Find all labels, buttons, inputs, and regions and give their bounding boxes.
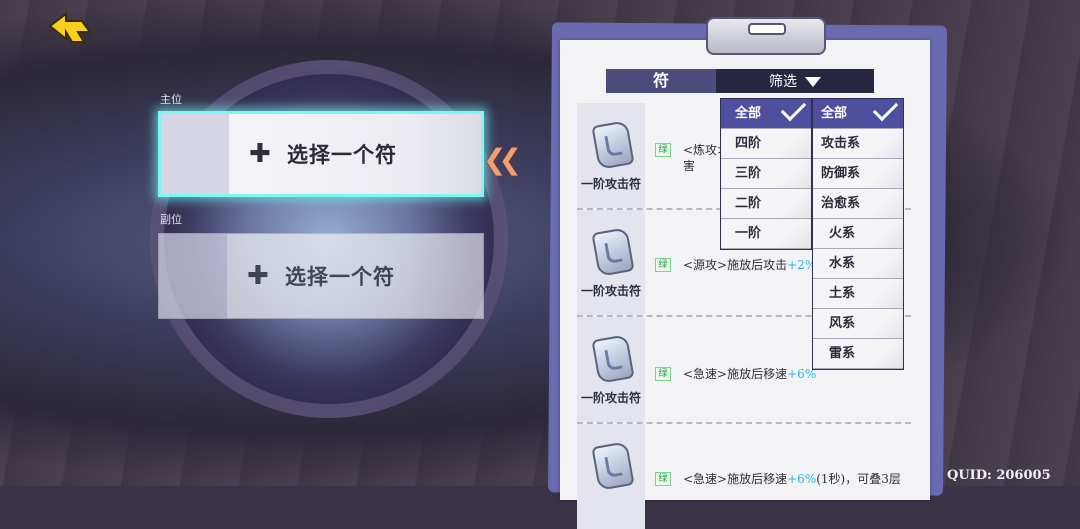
slot-stripe	[159, 234, 227, 318]
check-icon	[872, 95, 899, 122]
rune-desc: <急速>施放后移速+6%(1秒)，可叠3层	[683, 472, 901, 486]
secondary-slot-text: 选择一个符	[285, 264, 395, 289]
clipboard-clip	[706, 17, 826, 55]
rarity-badge: 绿	[655, 143, 671, 157]
primary-slot-label: 主位	[160, 93, 182, 106]
type-option-defense[interactable]: 防御系	[813, 159, 903, 189]
type-option-fire[interactable]: 火系	[813, 219, 903, 249]
rune-name: 一阶攻击符	[580, 177, 641, 191]
primary-slot-text: 选择一个符	[287, 142, 397, 167]
rune-desc: <急速>施放后移速+6%	[683, 367, 817, 381]
rarity-badge: 绿	[655, 367, 671, 381]
double-chevron-left-icon: ❮❮	[483, 143, 522, 176]
type-option-attack[interactable]: 攻击系	[813, 129, 903, 159]
filter-label: 筛选	[769, 74, 797, 90]
quid-label: QUID: 206005	[947, 468, 1051, 483]
type-option-water[interactable]: 水系	[813, 249, 903, 279]
rune-list-header: 符 筛选	[606, 69, 874, 93]
type-option-thunder[interactable]: 雷系	[813, 339, 903, 369]
secondary-slot-label: 副位	[160, 213, 182, 226]
rune-name: 一阶攻击符	[580, 284, 641, 298]
filter-button[interactable]: 筛选	[716, 71, 874, 91]
rarity-badge: 绿	[655, 472, 671, 486]
rune-desc-line2: 害	[683, 159, 696, 173]
back-arrow-icon[interactable]	[48, 12, 100, 44]
tier-filter-dropdown: 全部 四阶 三阶 二阶 一阶	[720, 95, 812, 250]
type-option-wind[interactable]: 风系	[813, 309, 903, 339]
tier-option-all[interactable]: 全部	[721, 95, 811, 129]
tab-rune[interactable]: 符	[606, 69, 716, 93]
tier-option-1[interactable]: 一阶	[721, 219, 811, 249]
plus-icon: ✚	[249, 139, 271, 169]
type-option-heal[interactable]: 治愈系	[813, 189, 903, 219]
type-filter-dropdown: 全部 攻击系 防御系 治愈系 火系 水系 土系 风系 雷系	[812, 95, 904, 370]
rune-name: 一阶攻击符	[580, 391, 641, 405]
rarity-badge: 绿	[655, 258, 671, 272]
list-item[interactable]: 绿 <急速>施放后移速+6%(1秒)，可叠3层	[577, 424, 911, 529]
tier-option-3[interactable]: 三阶	[721, 159, 811, 189]
tier-option-4[interactable]: 四阶	[721, 129, 811, 159]
check-icon	[780, 95, 807, 122]
rune-desc: <源攻>施放后攻击+2%	[683, 258, 817, 272]
plus-icon: ✚	[247, 261, 269, 291]
triangle-down-icon	[805, 77, 821, 87]
type-option-all[interactable]: 全部	[813, 95, 903, 129]
type-option-earth[interactable]: 土系	[813, 279, 903, 309]
slot-stripe	[161, 114, 229, 194]
secondary-slot-button[interactable]: ✚ 选择一个符	[158, 233, 484, 319]
tier-option-2[interactable]: 二阶	[721, 189, 811, 219]
primary-slot-button[interactable]: ✚ 选择一个符	[158, 111, 484, 197]
